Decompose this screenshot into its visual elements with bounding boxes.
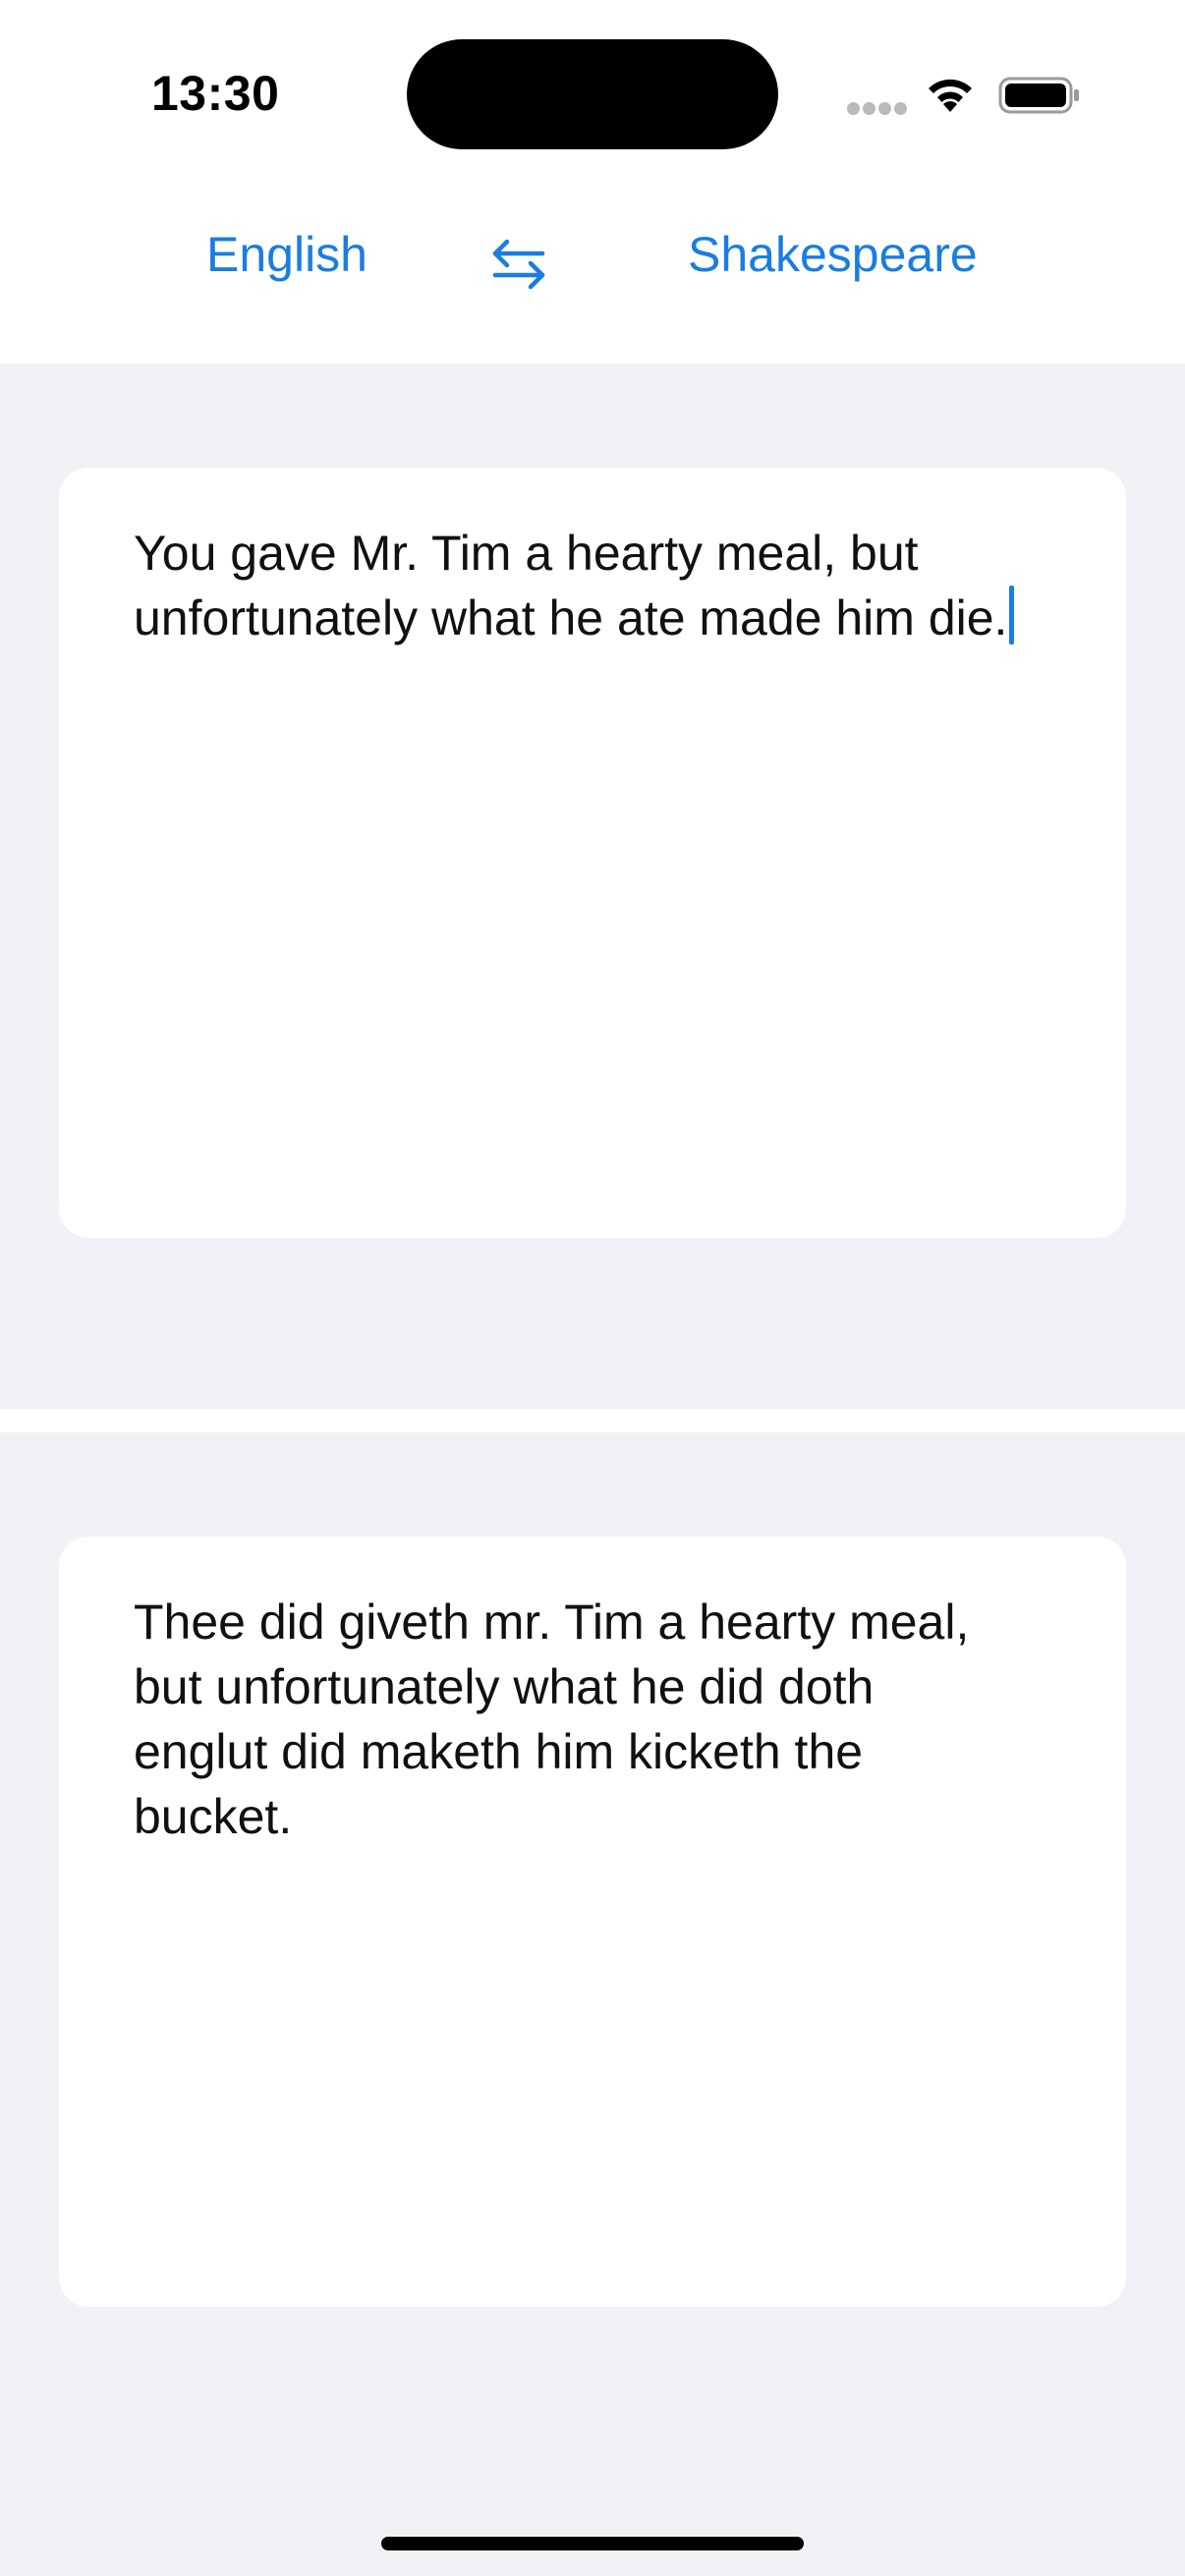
wifi-icon [929, 79, 972, 112]
status-time: 13:30 [151, 66, 280, 121]
swap-arrows-icon[interactable] [485, 230, 552, 297]
input-text-card[interactable]: You gave Mr. Tim a hearty meal, but unfo… [59, 468, 1126, 1238]
battery-icon [998, 77, 1079, 114]
output-panel: Thee did giveth mr. Tim a hearty meal, b… [0, 1432, 1185, 2576]
output-text-card: Thee did giveth mr. Tim a hearty meal, b… [59, 1537, 1126, 2307]
input-text: You gave Mr. Tim a hearty meal, but unfo… [134, 526, 1008, 645]
panel-divider [0, 1409, 1185, 1432]
language-bar: English Shakespeare [0, 177, 1185, 364]
input-panel: You gave Mr. Tim a hearty meal, but unfo… [0, 364, 1185, 1409]
target-language-button[interactable]: Shakespeare [688, 226, 978, 283]
source-language-button[interactable]: English [206, 226, 367, 283]
dynamic-island [407, 39, 778, 149]
home-indicator[interactable] [381, 2537, 804, 2550]
status-bar: 13:30 [0, 0, 1185, 177]
text-cursor [1009, 586, 1015, 644]
output-text: Thee did giveth mr. Tim a hearty meal, b… [134, 1595, 970, 1844]
input-text-area[interactable]: You gave Mr. Tim a hearty meal, but unfo… [134, 521, 1057, 650]
cellular-signal-icon [847, 102, 908, 116]
